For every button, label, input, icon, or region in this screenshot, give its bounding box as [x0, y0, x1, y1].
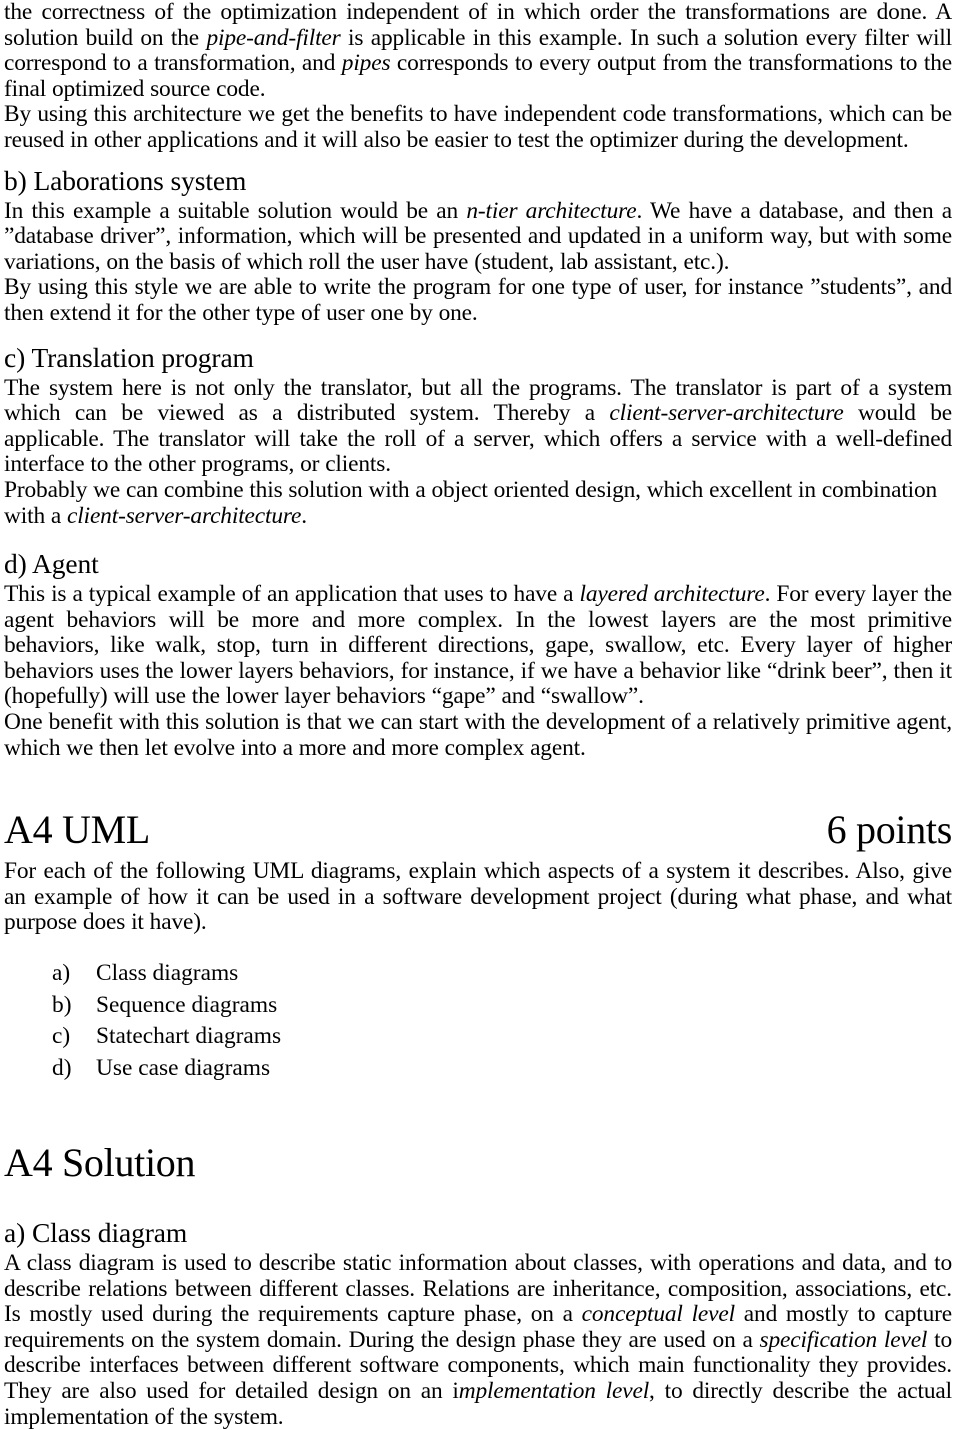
a4-uml-title: A4 UML — [4, 807, 150, 853]
a4-uml-diagram-list: a) Class diagrams b) Sequence diagrams c… — [4, 958, 952, 1084]
list-item: a) Class diagrams — [4, 958, 952, 990]
solution-a-italic-implementation-level: mplementation level — [458, 1378, 650, 1404]
a4-solution-heading-row: A4 Solution — [4, 1140, 952, 1186]
list-item-marker: b) — [52, 991, 72, 1018]
solution-a-paragraph: A class diagram is used to describe stat… — [4, 1250, 952, 1430]
list-item-marker: c) — [52, 1023, 71, 1050]
a4-solution-title: A4 Solution — [4, 1140, 196, 1186]
intro-italic-pipes: pipes — [341, 50, 391, 77]
a4-uml-intro-paragraph: For each of the following UML diagrams, … — [4, 858, 952, 936]
list-item-marker: a) — [52, 960, 71, 987]
list-item-marker: d) — [52, 1054, 72, 1081]
list-item-label: Class diagrams — [96, 960, 239, 987]
list-item-label: Use case diagrams — [96, 1054, 271, 1081]
section-d-italic-layered: layered architecture — [579, 581, 765, 608]
solution-a-italic-conceptual-level: conceptual level — [581, 1301, 735, 1328]
section-b-paragraph-1: In this example a suitable solution woul… — [4, 197, 952, 276]
intro-italic-pipe-and-filter: pipe-and-filter — [206, 24, 341, 51]
document-page: the correctness of the optimization inde… — [0, 0, 960, 1429]
section-c-italic-client-server-2: client-server-architecture — [67, 502, 302, 529]
section-d-paragraph-2: One benefit with this solution is that w… — [4, 709, 952, 761]
list-item: d) Use case diagrams — [4, 1053, 952, 1085]
intro-paragraph-2: By using this architecture we get the be… — [4, 101, 952, 153]
solution-a-italic-specification-level: specification level — [759, 1326, 928, 1353]
list-item-label: Sequence diagrams — [96, 991, 278, 1018]
a4-uml-heading-row: A4 UML 6 points — [4, 807, 952, 853]
section-c-heading: c) Translation program — [4, 341, 254, 373]
section-b-italic-n-tier: n-tier architecture — [466, 197, 637, 224]
section-c-paragraph-2: Probably we can combine this solution wi… — [4, 477, 952, 529]
section-d-paragraph-1: This is a typical example of an applicat… — [4, 581, 952, 710]
section-b-heading: b) Laborations system — [4, 164, 247, 196]
section-c-italic-client-server: client-server-architecture — [609, 400, 844, 427]
section-d-p1-part1: This is a typical example of an applicat… — [4, 581, 580, 608]
section-b-p1-part1: In this example a suitable solution woul… — [4, 197, 467, 224]
list-item: b) Sequence diagrams — [4, 990, 952, 1022]
section-c-paragraph-1: The system here is not only the translat… — [4, 375, 952, 478]
section-c-p2-part2: . — [301, 502, 307, 529]
solution-a-heading: a) Class diagram — [4, 1217, 188, 1249]
section-d-heading: d) Agent — [4, 548, 99, 580]
a4-uml-points: 6 points — [826, 807, 953, 853]
intro-paragraph: the correctness of the optimization inde… — [4, 0, 952, 102]
list-item-label: Statechart diagrams — [96, 1023, 282, 1050]
section-b-paragraph-2: By using this style we are able to write… — [4, 274, 952, 326]
list-item: c) Statechart diagrams — [4, 1021, 952, 1053]
